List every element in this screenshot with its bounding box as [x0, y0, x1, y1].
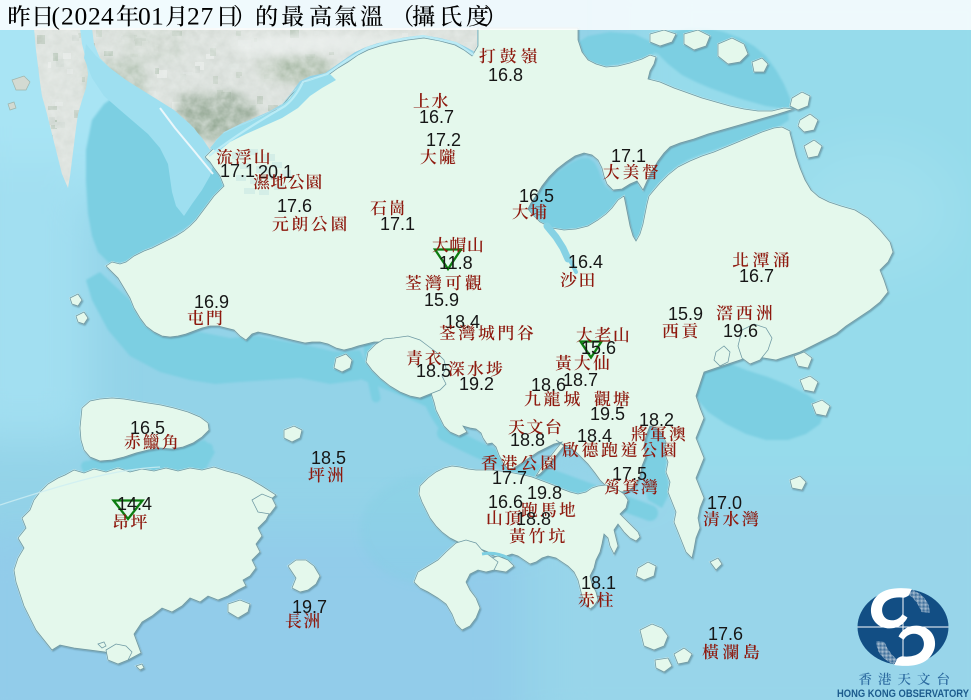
svg-text:19.6: 19.6 [723, 321, 758, 341]
svg-text:17.6: 17.6 [277, 196, 312, 216]
svg-text:2: 2 [187, 2, 200, 31]
svg-text:(: ( [52, 2, 61, 31]
svg-text:18.1: 18.1 [581, 573, 616, 593]
svg-text:7: 7 [201, 2, 214, 31]
svg-text:16.9: 16.9 [194, 292, 229, 312]
svg-text:19.5: 19.5 [590, 404, 625, 424]
svg-text:17.1: 17.1 [611, 146, 646, 166]
svg-text:2: 2 [61, 2, 74, 31]
svg-text:11.8: 11.8 [439, 253, 473, 273]
svg-text:18.7: 18.7 [563, 370, 598, 390]
svg-text:15.6: 15.6 [581, 338, 616, 358]
svg-text:HONG KONG OBSERVATORY: HONG KONG OBSERVATORY [837, 688, 969, 700]
svg-text:15.9: 15.9 [424, 290, 459, 310]
svg-text:18.5: 18.5 [311, 448, 346, 468]
svg-text:16.7: 16.7 [419, 107, 454, 127]
svg-text:17.6: 17.6 [708, 624, 743, 644]
svg-text:16.7: 16.7 [739, 266, 774, 286]
svg-text:16.5: 16.5 [519, 186, 554, 206]
svg-text:16.5: 16.5 [130, 418, 165, 438]
svg-text:0: 0 [75, 2, 88, 31]
svg-text:0: 0 [138, 2, 151, 31]
svg-text:16.4: 16.4 [568, 252, 603, 272]
svg-text:14.4: 14.4 [117, 494, 152, 514]
svg-text:17.0: 17.0 [707, 493, 742, 513]
svg-text:17.1: 17.1 [380, 214, 415, 234]
svg-text:17.2: 17.2 [426, 130, 461, 150]
svg-text:18.8: 18.8 [516, 509, 551, 529]
svg-text:4: 4 [101, 2, 114, 31]
svg-text:16.8: 16.8 [488, 65, 523, 85]
svg-text:18.5: 18.5 [416, 361, 451, 381]
svg-text:15.9: 15.9 [668, 304, 703, 324]
svg-text:19.2: 19.2 [459, 374, 494, 394]
svg-text:17.7: 17.7 [492, 468, 527, 488]
svg-text:1: 1 [151, 2, 164, 31]
svg-text:19.8: 19.8 [527, 483, 562, 503]
svg-text:2: 2 [88, 2, 101, 31]
